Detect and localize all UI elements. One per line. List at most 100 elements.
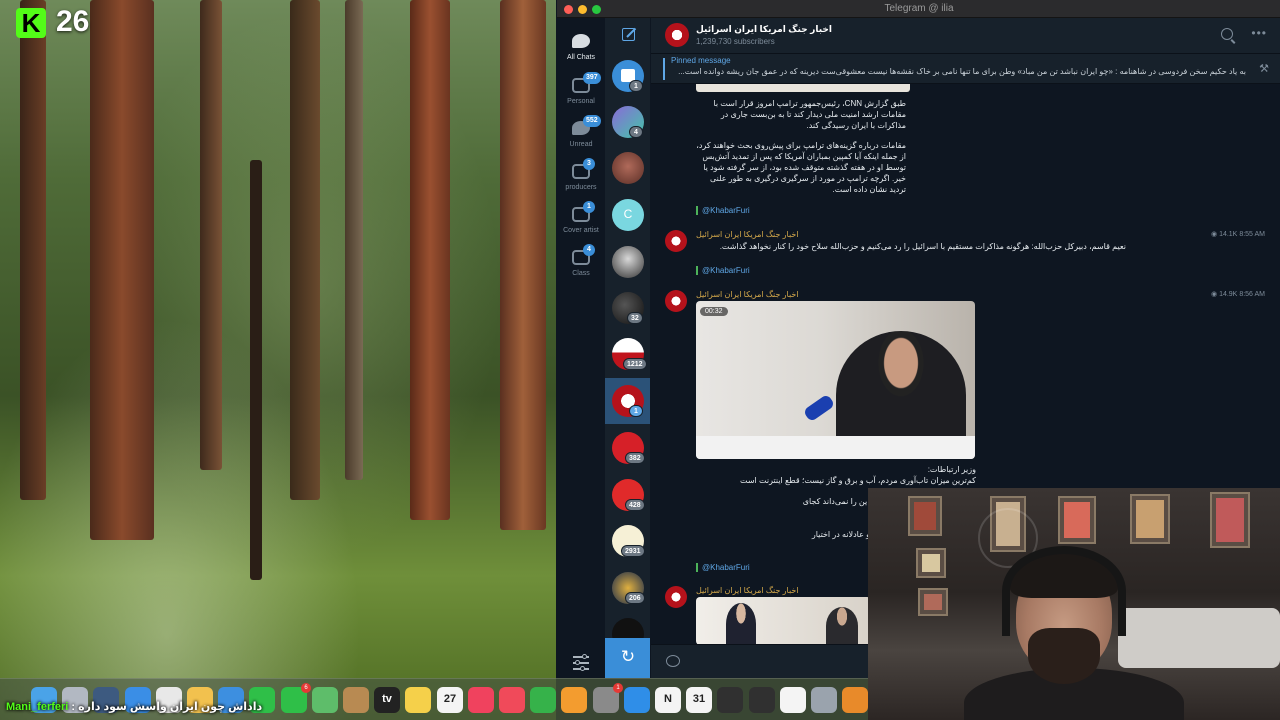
news-icon[interactable] bbox=[499, 687, 525, 713]
video-thumbnail[interactable]: 00:32 bbox=[696, 301, 975, 459]
chat-separator: : bbox=[68, 701, 79, 713]
comment-icon[interactable] bbox=[666, 655, 680, 667]
unread-badge: 3 bbox=[583, 158, 595, 170]
chat-item[interactable] bbox=[612, 152, 644, 184]
audio-app-icon[interactable] bbox=[749, 687, 775, 713]
folder-label: producers bbox=[565, 184, 597, 191]
wall-frame bbox=[1130, 494, 1170, 544]
message-text: نعیم قاسم، دبیرکل حزب‌الله: هرگونه مذاکر… bbox=[719, 242, 1126, 251]
quoted-media-strip bbox=[696, 84, 910, 92]
unread-badge: 1 bbox=[629, 80, 643, 92]
folder-class[interactable]: 4 Class bbox=[557, 244, 605, 288]
desktop-wallpaper bbox=[0, 0, 556, 720]
unread-badge: 2931 bbox=[621, 545, 645, 557]
wall-frame bbox=[908, 496, 942, 536]
unread-badge: 206 bbox=[625, 592, 645, 604]
cube-app-icon[interactable] bbox=[780, 687, 806, 713]
pinned-accent-bar bbox=[663, 58, 665, 80]
pages-icon[interactable] bbox=[561, 687, 587, 713]
person-photo bbox=[726, 603, 756, 645]
folder-all-chats[interactable]: All Chats bbox=[557, 30, 605, 72]
folder-cover-artist[interactable]: 1 Cover artist bbox=[557, 201, 605, 245]
message-time: 8:55 AM bbox=[1239, 231, 1265, 238]
wall-frame bbox=[918, 588, 948, 616]
folder-label: Unread bbox=[569, 141, 593, 148]
unread-badge: 4 bbox=[629, 126, 643, 138]
person-photo bbox=[826, 607, 858, 645]
refresh-button[interactable]: ↻ bbox=[605, 638, 650, 678]
channel-name[interactable]: اخبار جنگ امریکا ایران اسرائیل bbox=[696, 24, 832, 35]
chat-item[interactable]: C bbox=[612, 199, 644, 231]
unread-badge: 397 bbox=[583, 72, 601, 84]
table-shape bbox=[696, 436, 975, 459]
microphone-shape bbox=[802, 393, 836, 423]
more-options-icon[interactable]: ••• bbox=[1251, 26, 1267, 40]
channel-signature-link[interactable]: @KhabarFuri bbox=[696, 266, 750, 275]
disk-utility-icon[interactable] bbox=[811, 687, 837, 713]
subscriber-count: 1,239,730 subscribers bbox=[696, 37, 775, 46]
calendar-31-icon[interactable]: 31 bbox=[686, 687, 712, 713]
sofa bbox=[1118, 608, 1280, 668]
channel-avatar[interactable] bbox=[665, 23, 689, 47]
window-titlebar: Telegram @ ilia bbox=[557, 0, 1280, 18]
chat-list: 1 4 C 32 1212 1 382 428 2931 206 ↻ bbox=[605, 18, 651, 678]
view-count: 14.1K bbox=[1219, 231, 1238, 238]
dock-app-label: tv bbox=[382, 693, 392, 705]
pinned-text: به یاد حکیم سخن فردوسی در شاهنامه : «چو … bbox=[678, 67, 1246, 76]
maps-icon[interactable] bbox=[312, 687, 338, 713]
folder-unread[interactable]: 552 Unread bbox=[557, 115, 605, 159]
dock-app-label: 27 bbox=[443, 693, 457, 705]
fl-studio-icon[interactable] bbox=[842, 687, 868, 713]
message-meta: ◉ 14.9K 8:56 AM bbox=[1211, 290, 1265, 298]
macos-dock: 6 tv 27 1 N 31 bbox=[0, 678, 868, 720]
logic-pro-icon[interactable] bbox=[717, 687, 743, 713]
calendar-icon[interactable]: 27 bbox=[437, 687, 463, 713]
archive-icon[interactable] bbox=[343, 687, 369, 713]
appletv-icon[interactable]: tv bbox=[374, 687, 400, 713]
refresh-icon: ↻ bbox=[620, 647, 636, 666]
settings-sliders-icon[interactable] bbox=[571, 654, 591, 671]
message-text: کم‌ترین میزان تاب‌آوری مردم، آب و برق و … bbox=[740, 476, 976, 485]
message-meta: ◉ 14.1K 8:55 AM bbox=[1211, 230, 1265, 238]
sender-avatar[interactable] bbox=[665, 290, 687, 312]
chat-item[interactable] bbox=[612, 246, 644, 278]
notion-icon[interactable]: N bbox=[655, 687, 681, 713]
unread-badge: 428 bbox=[625, 499, 645, 511]
pin-icon[interactable]: ⚒ bbox=[1259, 62, 1269, 75]
folder-label: All Chats bbox=[566, 54, 595, 61]
unread-badge: 382 bbox=[625, 452, 645, 464]
folder-label: Personal bbox=[567, 98, 595, 105]
music-icon[interactable] bbox=[468, 687, 494, 713]
folder-personal[interactable]: 397 Personal bbox=[557, 72, 605, 116]
channel-signature-link[interactable]: @KhabarFuri bbox=[696, 206, 750, 215]
wall-frame bbox=[916, 548, 946, 578]
headphones bbox=[1002, 546, 1126, 636]
notes-icon[interactable] bbox=[405, 687, 431, 713]
sender-avatar[interactable] bbox=[665, 230, 687, 252]
pinned-label: Pinned message bbox=[671, 56, 731, 65]
search-icon[interactable] bbox=[1221, 28, 1233, 40]
numbers-icon[interactable] bbox=[530, 687, 556, 713]
wall-frame bbox=[1058, 496, 1096, 544]
folder-producers[interactable]: 3 producers bbox=[557, 158, 605, 202]
messages-icon[interactable]: 6 bbox=[281, 683, 311, 713]
compose-icon[interactable] bbox=[622, 28, 635, 41]
photo-thumbnail[interactable] bbox=[696, 597, 871, 645]
unread-badge: 552 bbox=[583, 115, 601, 127]
chat-header[interactable]: اخبار جنگ امریکا ایران اسرائیل 1,239,730… bbox=[651, 18, 1280, 54]
sender-avatar[interactable] bbox=[665, 586, 687, 608]
message-sender[interactable]: اخبار جنگ امریکا ایران اسرائیل bbox=[696, 586, 799, 595]
channel-signature-link[interactable]: @KhabarFuri bbox=[696, 563, 750, 572]
unread-badge: 1 bbox=[629, 405, 643, 417]
dock-app-label: 31 bbox=[692, 693, 706, 705]
message-sender[interactable]: اخبار جنگ امریکا ایران اسرائیل bbox=[696, 230, 799, 239]
message-sender[interactable]: اخبار جنگ امریکا ایران اسرائیل bbox=[696, 290, 799, 299]
message-time: 8:56 AM bbox=[1239, 291, 1265, 298]
window-title: Telegram @ ilia bbox=[884, 3, 954, 14]
system-settings-icon[interactable]: 1 bbox=[593, 683, 623, 713]
pinned-message-bar[interactable]: Pinned message به یاد حکیم سخن فردوسی در… bbox=[651, 54, 1280, 84]
app-store-icon[interactable] bbox=[624, 687, 650, 713]
unread-badge: 1212 bbox=[623, 358, 647, 370]
kick-logo: K bbox=[16, 8, 46, 38]
folder-rail: All Chats 397 Personal 552 Unread 3 prod… bbox=[557, 18, 605, 678]
